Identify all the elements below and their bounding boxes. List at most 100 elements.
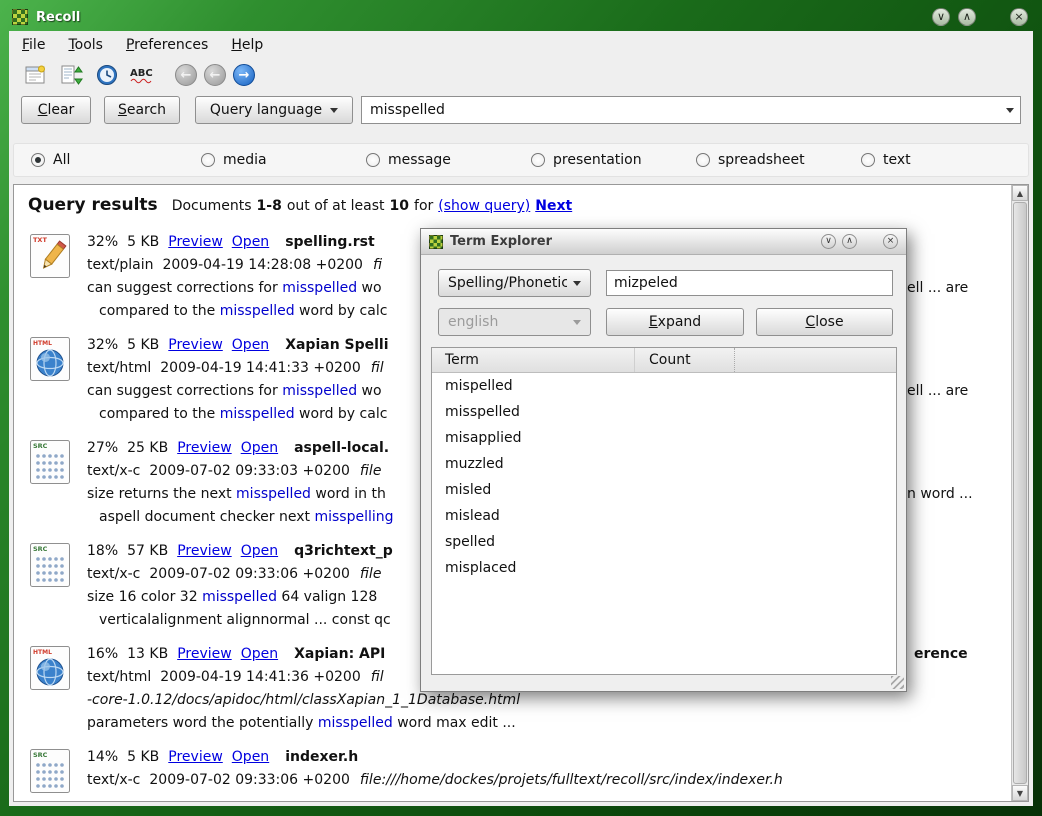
- next-page-link[interactable]: Next: [535, 198, 572, 214]
- term-column-header[interactable]: Term: [432, 348, 635, 372]
- term-cell: mispelled: [432, 373, 635, 399]
- menu-item-preferences[interactable]: Preferences: [126, 37, 208, 53]
- open-link[interactable]: Open: [241, 440, 278, 456]
- unshade-button[interactable]: ∧: [958, 8, 976, 26]
- dialog-shade-button[interactable]: ∨: [821, 234, 836, 249]
- snippet-text: parameters word the potentially: [87, 715, 318, 731]
- radio-message[interactable]: [366, 153, 380, 167]
- previous-page-button[interactable]: ←: [204, 64, 226, 86]
- titlebar[interactable]: Recoll ∨∧×: [12, 4, 1030, 30]
- term-row[interactable]: misplaced: [432, 555, 896, 581]
- result-title: spelling.rst: [285, 234, 374, 250]
- src-file-icon[interactable]: SRC: [29, 748, 73, 794]
- query-language-dropdown[interactable]: Query language: [195, 96, 353, 124]
- count-column-header[interactable]: Count: [635, 348, 735, 372]
- search-input[interactable]: [362, 102, 1000, 118]
- term-explorer-titlebar[interactable]: Term Explorer ∨∧×: [421, 229, 906, 255]
- filter-presentation[interactable]: presentation: [531, 152, 642, 168]
- search-button[interactable]: Search: [104, 96, 180, 124]
- preview-link[interactable]: Preview: [177, 646, 232, 662]
- preview-link[interactable]: Preview: [177, 543, 232, 559]
- count-cell: [635, 529, 649, 555]
- radio-text[interactable]: [861, 153, 875, 167]
- term-row[interactable]: spelled: [432, 529, 896, 555]
- expansion-mode-dropdown[interactable]: Spelling/Phonetic: [438, 269, 591, 297]
- term-table-header[interactable]: Term Count: [432, 348, 896, 373]
- open-link[interactable]: Open: [241, 646, 278, 662]
- filter-spreadsheet[interactable]: spreadsheet: [696, 152, 805, 168]
- search-combobox[interactable]: [361, 96, 1021, 124]
- clear-button[interactable]: Clear: [21, 96, 91, 124]
- of-label: out of at least: [287, 198, 385, 214]
- filter-label: presentation: [553, 152, 642, 168]
- term-row[interactable]: misspelled: [432, 399, 896, 425]
- result-title: Xapian: API: [294, 646, 385, 662]
- radio-presentation[interactable]: [531, 153, 545, 167]
- filter-text[interactable]: text: [861, 152, 911, 168]
- filter-media[interactable]: media: [201, 152, 267, 168]
- count-cell: [635, 477, 649, 503]
- scroll-down-icon[interactable]: ▼: [1012, 785, 1028, 801]
- term-cell: misapplied: [432, 425, 635, 451]
- html-file-icon[interactable]: HTML: [29, 645, 73, 691]
- term-row[interactable]: misled: [432, 477, 896, 503]
- date: 2009-07-02 09:33:03 +0200: [149, 463, 350, 479]
- menu-item-help[interactable]: Help: [231, 37, 263, 53]
- radio-spreadsheet[interactable]: [696, 153, 710, 167]
- first-page-button[interactable]: ←: [175, 64, 197, 86]
- filter-label: spreadsheet: [718, 152, 805, 168]
- close-button[interactable]: ×: [883, 234, 898, 249]
- expand-button[interactable]: Expand: [606, 308, 744, 336]
- src-file-icon[interactable]: SRC: [29, 542, 73, 588]
- scrollbar-thumb[interactable]: [1013, 202, 1027, 784]
- term-row[interactable]: muzzled: [432, 451, 896, 477]
- date: 2009-07-02 09:33:06 +0200: [149, 772, 350, 788]
- preview-link[interactable]: Preview: [168, 337, 223, 353]
- scroll-up-icon[interactable]: ▲: [1012, 185, 1028, 201]
- html-file-icon[interactable]: HTML: [29, 336, 73, 382]
- term-row[interactable]: mispelled: [432, 373, 896, 399]
- snippet-text: size returns the next: [87, 486, 236, 502]
- open-link[interactable]: Open: [232, 749, 269, 765]
- clear-search-icon[interactable]: [21, 62, 48, 88]
- filter-message[interactable]: message: [366, 152, 451, 168]
- menu-item-file[interactable]: File: [22, 37, 45, 53]
- language-dropdown[interactable]: english: [438, 308, 591, 336]
- src-file-icon[interactable]: SRC: [29, 439, 73, 485]
- resize-grip[interactable]: [891, 676, 904, 689]
- menu-item-tools[interactable]: Tools: [68, 37, 103, 53]
- file-size: 13 KB: [127, 646, 168, 662]
- preview-link[interactable]: Preview: [168, 749, 223, 765]
- radio-all[interactable]: [31, 153, 45, 167]
- filter-all[interactable]: All: [31, 152, 70, 168]
- svg-text:SRC: SRC: [33, 751, 48, 759]
- open-link[interactable]: Open: [241, 543, 278, 559]
- mime-type: text/html: [87, 360, 151, 376]
- file-url: file:///home/dockes/projets/fulltext/rec…: [360, 772, 783, 788]
- toolbar: ABC ← ← →: [9, 58, 1033, 92]
- close-button[interactable]: ×: [1010, 8, 1028, 26]
- documents-label: Documents: [172, 198, 252, 214]
- shade-button[interactable]: ∨: [932, 8, 950, 26]
- mime-type: text/x-c: [87, 772, 140, 788]
- term-row[interactable]: mislead: [432, 503, 896, 529]
- preview-link[interactable]: Preview: [177, 440, 232, 456]
- relevance-percent: 27%: [87, 440, 118, 456]
- next-page-button[interactable]: →: [233, 64, 255, 86]
- search-history-dropdown[interactable]: [1000, 97, 1020, 123]
- term-row[interactable]: misapplied: [432, 425, 896, 451]
- txt-file-icon[interactable]: TXT: [29, 233, 73, 279]
- term-input[interactable]: [606, 270, 893, 296]
- sort-document-icon[interactable]: [57, 62, 84, 88]
- history-clock-icon[interactable]: [93, 62, 120, 88]
- open-link[interactable]: Open: [232, 337, 269, 353]
- show-query-link[interactable]: (show query): [438, 198, 530, 214]
- preview-link[interactable]: Preview: [168, 234, 223, 250]
- count-cell: [635, 425, 649, 451]
- radio-media[interactable]: [201, 153, 215, 167]
- dialog-unshade-button[interactable]: ∧: [842, 234, 857, 249]
- dialog-close-button[interactable]: Close: [756, 308, 893, 336]
- term-explorer-icon[interactable]: ABC: [129, 62, 156, 88]
- open-link[interactable]: Open: [232, 234, 269, 250]
- results-scrollbar[interactable]: ▲ ▼: [1011, 185, 1028, 801]
